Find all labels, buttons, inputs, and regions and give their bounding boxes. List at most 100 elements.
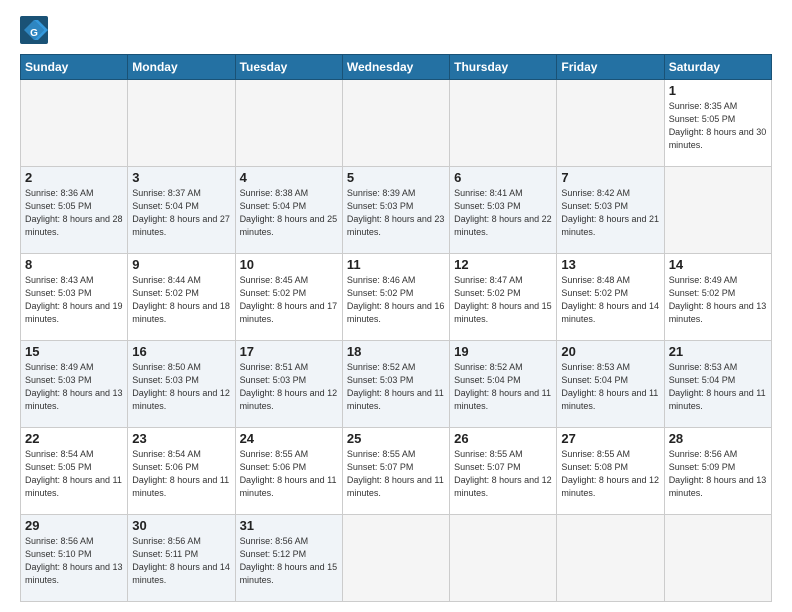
day-number: 4 bbox=[240, 170, 338, 185]
day-info: Sunrise: 8:49 AMSunset: 5:02 PMDaylight:… bbox=[669, 274, 767, 326]
page: G SundayMondayTuesdayWednesdayThursdayFr… bbox=[0, 0, 792, 612]
day-info: Sunrise: 8:36 AMSunset: 5:05 PMDaylight:… bbox=[25, 187, 123, 239]
empty-cell bbox=[557, 515, 664, 602]
day-info: Sunrise: 8:47 AMSunset: 5:02 PMDaylight:… bbox=[454, 274, 552, 326]
day-info: Sunrise: 8:45 AMSunset: 5:02 PMDaylight:… bbox=[240, 274, 338, 326]
day-number: 20 bbox=[561, 344, 659, 359]
day-cell-19: 19Sunrise: 8:52 AMSunset: 5:04 PMDayligh… bbox=[450, 341, 557, 428]
day-number: 31 bbox=[240, 518, 338, 533]
day-info: Sunrise: 8:53 AMSunset: 5:04 PMDaylight:… bbox=[669, 361, 767, 413]
day-info: Sunrise: 8:46 AMSunset: 5:02 PMDaylight:… bbox=[347, 274, 445, 326]
day-cell-17: 17 Sunrise: 8:51 AMSunset: 5:03 PMDayligh… bbox=[235, 341, 342, 428]
day-number: 3 bbox=[132, 170, 230, 185]
day-number: 23 bbox=[132, 431, 230, 446]
day-cell-20: 20Sunrise: 8:53 AMSunset: 5:04 PMDayligh… bbox=[557, 341, 664, 428]
day-number: 17 bbox=[240, 344, 338, 359]
day-cell-27: 27 Sunrise: 8:55 AMSunset: 5:08 PMDayligh… bbox=[557, 428, 664, 515]
day-number: 16 bbox=[132, 344, 230, 359]
day-number: 21 bbox=[669, 344, 767, 359]
day-info: Sunrise: 8:48 AMSunset: 5:02 PMDaylight:… bbox=[561, 274, 659, 326]
calendar-header-row: SundayMondayTuesdayWednesdayThursdayFrid… bbox=[21, 55, 772, 80]
empty-cell bbox=[128, 80, 235, 167]
day-number: 7 bbox=[561, 170, 659, 185]
day-number: 27 bbox=[561, 431, 659, 446]
day-cell-12: 12 Sunrise: 8:47 AMSunset: 5:02 PMDayligh… bbox=[450, 254, 557, 341]
day-number: 25 bbox=[347, 431, 445, 446]
day-info: Sunrise: 8:56 AMSunset: 5:11 PMDaylight:… bbox=[132, 535, 230, 587]
empty-cell bbox=[450, 80, 557, 167]
day-header-friday: Friday bbox=[557, 55, 664, 80]
day-info: Sunrise: 8:55 AMSunset: 5:08 PMDaylight:… bbox=[561, 448, 659, 500]
day-info: Sunrise: 8:39 AMSunset: 5:03 PMDaylight:… bbox=[347, 187, 445, 239]
day-cell-13: 13Sunrise: 8:48 AMSunset: 5:02 PMDayligh… bbox=[557, 254, 664, 341]
week-row-4: 15 Sunrise: 8:49 AMSunset: 5:03 PMDayligh… bbox=[21, 341, 772, 428]
day-cell-16: 16 Sunrise: 8:50 AMSunset: 5:03 PMDayligh… bbox=[128, 341, 235, 428]
day-info: Sunrise: 8:51 AMSunset: 5:03 PMDaylight:… bbox=[240, 361, 338, 413]
day-info: Sunrise: 8:55 AMSunset: 5:07 PMDaylight:… bbox=[454, 448, 552, 500]
day-number: 15 bbox=[25, 344, 123, 359]
day-info: Sunrise: 8:56 AMSunset: 5:09 PMDaylight:… bbox=[669, 448, 767, 500]
day-cell-5: 5 Sunrise: 8:39 AMSunset: 5:03 PMDaylight… bbox=[342, 167, 449, 254]
day-header-monday: Monday bbox=[128, 55, 235, 80]
empty-cell bbox=[21, 80, 128, 167]
day-number: 8 bbox=[25, 257, 123, 272]
day-cell-10: 10Sunrise: 8:45 AMSunset: 5:02 PMDayligh… bbox=[235, 254, 342, 341]
day-number: 29 bbox=[25, 518, 123, 533]
day-info: Sunrise: 8:54 AMSunset: 5:05 PMDaylight:… bbox=[25, 448, 123, 500]
day-info: Sunrise: 8:37 AMSunset: 5:04 PMDaylight:… bbox=[132, 187, 230, 239]
day-info: Sunrise: 8:50 AMSunset: 5:03 PMDaylight:… bbox=[132, 361, 230, 413]
day-cell-4: 4 Sunrise: 8:38 AMSunset: 5:04 PMDaylight… bbox=[235, 167, 342, 254]
week-row-5: 22 Sunrise: 8:54 AMSunset: 5:05 PMDayligh… bbox=[21, 428, 772, 515]
day-number: 6 bbox=[454, 170, 552, 185]
day-header-sunday: Sunday bbox=[21, 55, 128, 80]
day-cell-3: 3 Sunrise: 8:37 AMSunset: 5:04 PMDaylight… bbox=[128, 167, 235, 254]
day-number: 5 bbox=[347, 170, 445, 185]
day-info: Sunrise: 8:56 AMSunset: 5:12 PMDaylight:… bbox=[240, 535, 338, 587]
day-cell-9: 9 Sunrise: 8:44 AMSunset: 5:02 PMDaylight… bbox=[128, 254, 235, 341]
day-cell-31: 31 Sunrise: 8:56 AMSunset: 5:12 PMDayligh… bbox=[235, 515, 342, 602]
week-row-6: 29 Sunrise: 8:56 AMSunset: 5:10 PMDayligh… bbox=[21, 515, 772, 602]
day-info: Sunrise: 8:55 AMSunset: 5:07 PMDaylight:… bbox=[347, 448, 445, 500]
day-number: 30 bbox=[132, 518, 230, 533]
day-number: 9 bbox=[132, 257, 230, 272]
day-info: Sunrise: 8:52 AMSunset: 5:03 PMDaylight:… bbox=[347, 361, 445, 413]
calendar: SundayMondayTuesdayWednesdayThursdayFrid… bbox=[20, 54, 772, 602]
week-row-2: 2 Sunrise: 8:36 AMSunset: 5:05 PMDaylight… bbox=[21, 167, 772, 254]
day-info: Sunrise: 8:42 AMSunset: 5:03 PMDaylight:… bbox=[561, 187, 659, 239]
day-info: Sunrise: 8:43 AMSunset: 5:03 PMDaylight:… bbox=[25, 274, 123, 326]
day-number: 22 bbox=[25, 431, 123, 446]
day-info: Sunrise: 8:55 AMSunset: 5:06 PMDaylight:… bbox=[240, 448, 338, 500]
day-cell-26: 26 Sunrise: 8:55 AMSunset: 5:07 PMDayligh… bbox=[450, 428, 557, 515]
logo-icon: G bbox=[20, 16, 48, 44]
day-number: 26 bbox=[454, 431, 552, 446]
day-number: 2 bbox=[25, 170, 123, 185]
day-number: 19 bbox=[454, 344, 552, 359]
day-header-saturday: Saturday bbox=[664, 55, 771, 80]
day-info: Sunrise: 8:35 AMSunset: 5:05 PMDaylight:… bbox=[669, 100, 767, 152]
day-cell-1: 1Sunrise: 8:35 AMSunset: 5:05 PMDaylight… bbox=[664, 80, 771, 167]
day-cell-23: 23Sunrise: 8:54 AMSunset: 5:06 PMDayligh… bbox=[128, 428, 235, 515]
empty-cell bbox=[342, 515, 449, 602]
svg-text:G: G bbox=[30, 28, 38, 39]
day-cell-11: 11 Sunrise: 8:46 AMSunset: 5:02 PMDayligh… bbox=[342, 254, 449, 341]
day-cell-8: 8 Sunrise: 8:43 AMSunset: 5:03 PMDaylight… bbox=[21, 254, 128, 341]
week-row-1: 1Sunrise: 8:35 AMSunset: 5:05 PMDaylight… bbox=[21, 80, 772, 167]
day-cell-2: 2 Sunrise: 8:36 AMSunset: 5:05 PMDaylight… bbox=[21, 167, 128, 254]
empty-cell bbox=[235, 80, 342, 167]
day-info: Sunrise: 8:38 AMSunset: 5:04 PMDaylight:… bbox=[240, 187, 338, 239]
day-number: 11 bbox=[347, 257, 445, 272]
day-number: 18 bbox=[347, 344, 445, 359]
empty-cell bbox=[557, 80, 664, 167]
empty-cell bbox=[664, 515, 771, 602]
day-number: 12 bbox=[454, 257, 552, 272]
day-cell-28: 28Sunrise: 8:56 AMSunset: 5:09 PMDayligh… bbox=[664, 428, 771, 515]
day-cell-25: 25 Sunrise: 8:55 AMSunset: 5:07 PMDayligh… bbox=[342, 428, 449, 515]
day-info: Sunrise: 8:49 AMSunset: 5:03 PMDaylight:… bbox=[25, 361, 123, 413]
day-number: 24 bbox=[240, 431, 338, 446]
day-header-thursday: Thursday bbox=[450, 55, 557, 80]
empty-cell bbox=[664, 167, 771, 254]
day-info: Sunrise: 8:56 AMSunset: 5:10 PMDaylight:… bbox=[25, 535, 123, 587]
day-cell-6: 6Sunrise: 8:41 AMSunset: 5:03 PMDaylight… bbox=[450, 167, 557, 254]
day-info: Sunrise: 8:44 AMSunset: 5:02 PMDaylight:… bbox=[132, 274, 230, 326]
day-header-wednesday: Wednesday bbox=[342, 55, 449, 80]
